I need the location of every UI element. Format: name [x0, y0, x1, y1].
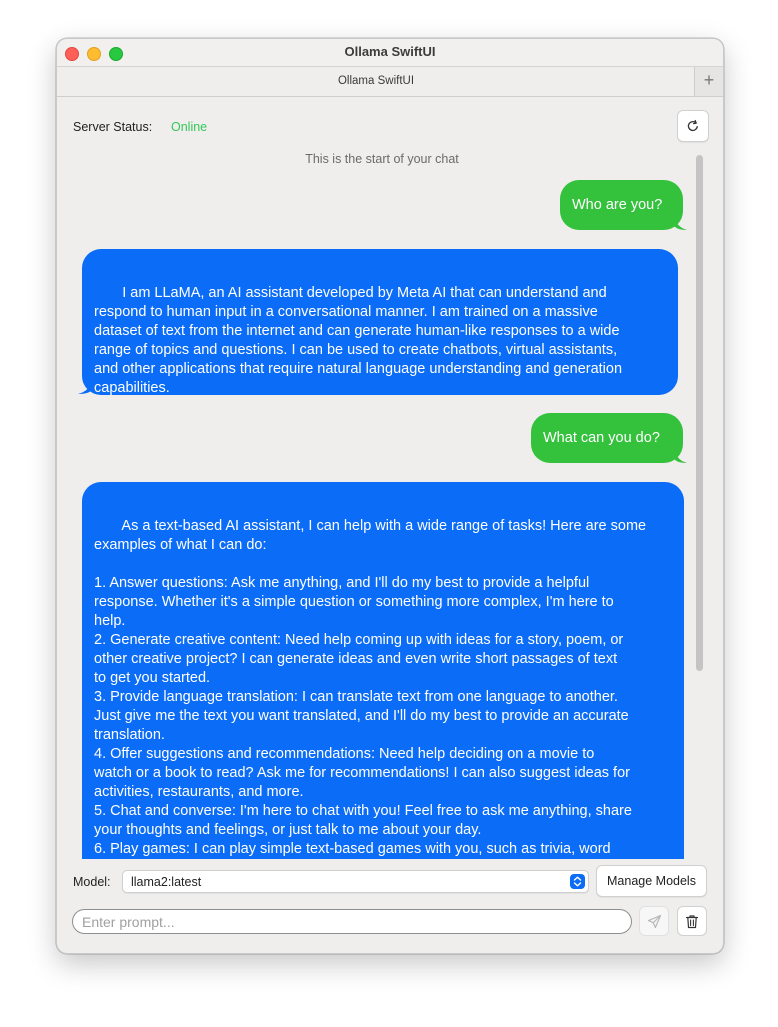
trash-icon: [685, 914, 699, 928]
new-tab-button[interactable]: +: [694, 67, 723, 96]
manage-models-button[interactable]: Manage Models: [596, 865, 707, 897]
window-title: Ollama SwiftUI: [344, 44, 436, 59]
message-text: What can you do?: [543, 429, 660, 446]
assistant-message: I am LLaMA, an AI assistant developed by…: [82, 249, 678, 396]
chat-start-notice: This is the start of your chat: [305, 152, 459, 166]
clear-chat-button[interactable]: [677, 906, 707, 936]
send-icon: [647, 914, 661, 928]
chat-scroll-area[interactable]: This is the start of your chat Who are y…: [57, 145, 723, 859]
assistant-message: As a text-based AI assistant, I can help…: [82, 482, 684, 859]
server-status-label: Server Status:: [73, 120, 153, 134]
user-message: Who are you?: [560, 180, 683, 230]
model-selected-value: llama2:latest: [131, 875, 202, 889]
message-text: As a text-based AI assistant, I can help…: [94, 518, 647, 857]
chat-scrollbar[interactable]: [696, 155, 703, 671]
tab-bar: Ollama SwiftUI +: [57, 66, 723, 97]
bubble-tail: [674, 448, 687, 463]
message-text: I am LLaMA, an AI assistant developed by…: [94, 285, 623, 396]
prompt-input[interactable]: [72, 909, 632, 934]
send-button[interactable]: [639, 906, 669, 936]
server-status-value: Online: [171, 120, 208, 134]
refresh-icon: [687, 119, 698, 132]
model-label: Model:: [73, 875, 111, 889]
user-message: What can you do?: [531, 413, 683, 463]
bubble-tail: [78, 379, 92, 394]
title-bar: Ollama SwiftUI: [57, 39, 723, 66]
bubble-tail: [674, 215, 687, 230]
refresh-button[interactable]: [677, 110, 709, 142]
app-window: Ollama SwiftUI Ollama SwiftUI + Server S…: [56, 38, 724, 954]
model-select[interactable]: llama2:latest: [122, 870, 589, 893]
message-text: Who are you?: [572, 196, 663, 213]
tab-ollama-swiftui[interactable]: Ollama SwiftUI: [57, 67, 695, 96]
chevron-updown-icon: [570, 874, 585, 889]
